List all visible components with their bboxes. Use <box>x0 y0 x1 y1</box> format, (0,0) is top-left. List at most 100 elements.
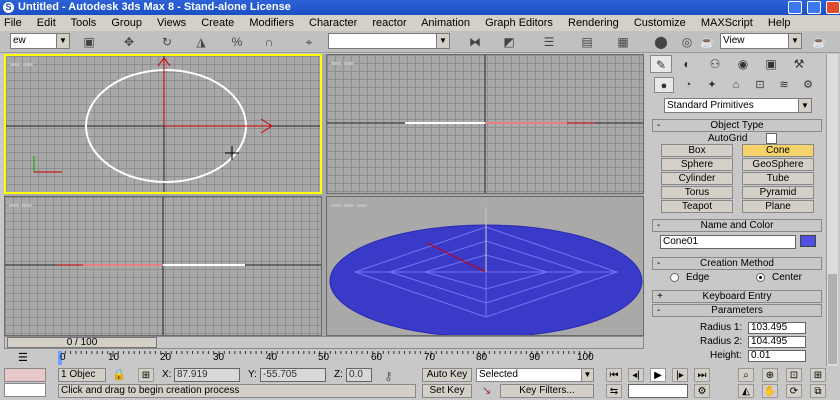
maximize-button[interactable] <box>806 1 821 14</box>
zoom-all-icon[interactable]: ⊕ <box>762 368 778 382</box>
lock-selection-icon[interactable]: 🔒 <box>112 368 126 381</box>
menu-help[interactable]: Help <box>768 17 791 29</box>
play-icon[interactable]: ▶ <box>650 368 666 382</box>
menu-graph-editors[interactable]: Graph Editors <box>485 17 553 29</box>
key-icon[interactable]: ⚷ <box>384 369 393 383</box>
torus-button[interactable]: Torus <box>661 186 733 199</box>
geometry-icon[interactable]: ● <box>654 77 674 93</box>
go-to-start-icon[interactable]: ⏮ <box>606 368 622 382</box>
schematic-view-icon[interactable]: ▦ <box>614 34 632 50</box>
previous-frame-icon[interactable]: ◂| <box>628 368 644 382</box>
scrollbar-thumb[interactable] <box>828 274 837 364</box>
cylinder-button[interactable]: Cylinder <box>661 172 733 185</box>
curve-editor-icon[interactable]: ▤ <box>578 34 596 50</box>
box-button[interactable]: Box <box>661 144 733 157</box>
set-key-icon[interactable]: ↘ <box>482 384 491 397</box>
keyboard-entry-rollout-header[interactable]: + Keyboard Entry <box>652 290 822 303</box>
select-and-move-icon[interactable]: ✥ <box>120 34 138 50</box>
cameras-icon[interactable]: ⌂ <box>726 77 746 93</box>
key-filters-button[interactable]: Key Filters... <box>500 384 594 398</box>
auto-key-button[interactable]: Auto Key <box>422 368 472 382</box>
quick-render-icon[interactable]: ☕ <box>698 34 716 50</box>
viewport-front[interactable]: ▬ ▬ <box>326 54 644 194</box>
autogrid-checkbox[interactable] <box>766 133 777 144</box>
plane-button[interactable]: Plane <box>742 200 814 213</box>
teapot-render-icon[interactable]: ☕ <box>810 34 828 50</box>
helpers-icon[interactable]: ⊡ <box>750 77 770 93</box>
display-tab-icon[interactable]: ▣ <box>760 55 782 73</box>
name-color-rollout-header[interactable]: - Name and Color <box>652 219 822 232</box>
menu-maxscript[interactable]: MAXScript <box>701 17 753 29</box>
height-input[interactable]: 0.01 <box>748 350 806 362</box>
menu-group[interactable]: Group <box>111 17 142 29</box>
menu-rendering[interactable]: Rendering <box>568 17 619 29</box>
key-mode-toggle-icon[interactable]: ⇆ <box>606 384 622 398</box>
percent-snap-icon[interactable]: % <box>228 34 246 50</box>
spinner-snap-icon[interactable]: ∩ <box>260 34 278 50</box>
sphere-button[interactable]: Sphere <box>661 158 733 171</box>
radius1-input[interactable]: 103.495 <box>748 322 806 334</box>
absolute-mode-icon[interactable]: ⊞ <box>138 368 154 382</box>
create-tab-icon[interactable]: ✎ <box>650 55 672 73</box>
menu-animation[interactable]: Animation <box>421 17 470 29</box>
current-frame-input[interactable] <box>628 384 688 398</box>
zoom-extents-all-icon[interactable]: ⊞ <box>810 368 826 382</box>
field-of-view-icon[interactable]: ◭ <box>738 384 754 398</box>
selection-filter-dropdown[interactable]: ew ▼ <box>10 33 70 49</box>
modify-tab-icon[interactable]: ◐ <box>676 55 698 73</box>
cone-button[interactable]: Cone <box>742 144 814 157</box>
zoom-extents-icon[interactable]: ⊡ <box>786 368 802 382</box>
go-to-end-icon[interactable]: ⏭ <box>694 368 710 382</box>
tube-button[interactable]: Tube <box>742 172 814 185</box>
object-type-rollout-header[interactable]: - Object Type <box>652 119 822 132</box>
object-name-input[interactable]: Cone01 <box>660 235 796 249</box>
angle-snap-icon[interactable]: ◮ <box>192 34 210 50</box>
select-rotate-icon[interactable]: ↻ <box>158 34 176 50</box>
center-radio[interactable] <box>756 273 765 282</box>
hierarchy-tab-icon[interactable]: ⚇ <box>704 55 726 73</box>
named-selection-dropdown[interactable]: ▼ <box>328 33 450 49</box>
viewport-perspective[interactable]: ▬ ▬ ▬ <box>326 196 644 336</box>
key-mode-dropdown[interactable]: Selected ▼ <box>476 368 594 382</box>
close-button[interactable] <box>826 1 840 14</box>
next-frame-icon[interactable]: |▸ <box>672 368 688 382</box>
align-icon[interactable]: ◩ <box>500 34 518 50</box>
menu-views[interactable]: Views <box>157 17 186 29</box>
menu-file[interactable]: File <box>4 17 22 29</box>
command-panel-scrollbar[interactable] <box>826 54 838 366</box>
systems-icon[interactable]: ⚙ <box>798 77 818 93</box>
menu-character[interactable]: Character <box>309 17 357 29</box>
material-editor-icon[interactable]: ⬤ <box>652 34 670 50</box>
viewport-left[interactable]: ▬ ▬ <box>4 196 322 336</box>
menu-tools[interactable]: Tools <box>71 17 97 29</box>
menu-create[interactable]: Create <box>201 17 234 29</box>
x-coordinate-input[interactable]: 87.919 <box>174 368 240 382</box>
teapot-button[interactable]: Teapot <box>661 200 733 213</box>
maximize-viewport-icon[interactable]: ⧉ <box>810 384 826 398</box>
space-warps-icon[interactable]: ≋ <box>774 77 794 93</box>
time-slider-handle[interactable]: 0 / 100 <box>7 337 157 348</box>
pyramid-button[interactable]: Pyramid <box>742 186 814 199</box>
set-key-button[interactable]: Set Key <box>422 384 472 398</box>
parameters-rollout-header[interactable]: - Parameters <box>652 304 822 317</box>
menu-customize[interactable]: Customize <box>634 17 686 29</box>
minimize-button[interactable] <box>787 1 802 14</box>
mirror-icon[interactable]: ⧓ <box>466 34 484 50</box>
maxscript-listener-mini[interactable] <box>4 368 46 382</box>
render-view-dropdown[interactable]: View ▼ <box>720 33 802 49</box>
arc-rotate-icon[interactable]: ⟳ <box>786 384 802 398</box>
edit-named-selection-icon[interactable]: ⌖ <box>300 34 318 50</box>
menu-reactor[interactable]: reactor <box>372 17 406 29</box>
utilities-tab-icon[interactable]: ⚒ <box>788 55 810 73</box>
select-object-icon[interactable]: ▣ <box>80 34 98 50</box>
viewport-top[interactable]: ▬ ▬ <box>4 54 322 194</box>
menu-edit[interactable]: Edit <box>37 17 56 29</box>
creation-method-rollout-header[interactable]: - Creation Method <box>652 257 822 270</box>
edge-radio[interactable] <box>670 273 679 282</box>
z-coordinate-input[interactable]: 0.0 <box>346 368 372 382</box>
lights-icon[interactable]: ✦ <box>702 77 722 93</box>
time-slider[interactable]: 0 / 100 <box>4 336 644 349</box>
shapes-icon[interactable]: ◔ <box>678 77 698 93</box>
maxscript-input-mini[interactable] <box>4 383 46 397</box>
zoom-icon[interactable]: ⌕ <box>738 368 754 382</box>
